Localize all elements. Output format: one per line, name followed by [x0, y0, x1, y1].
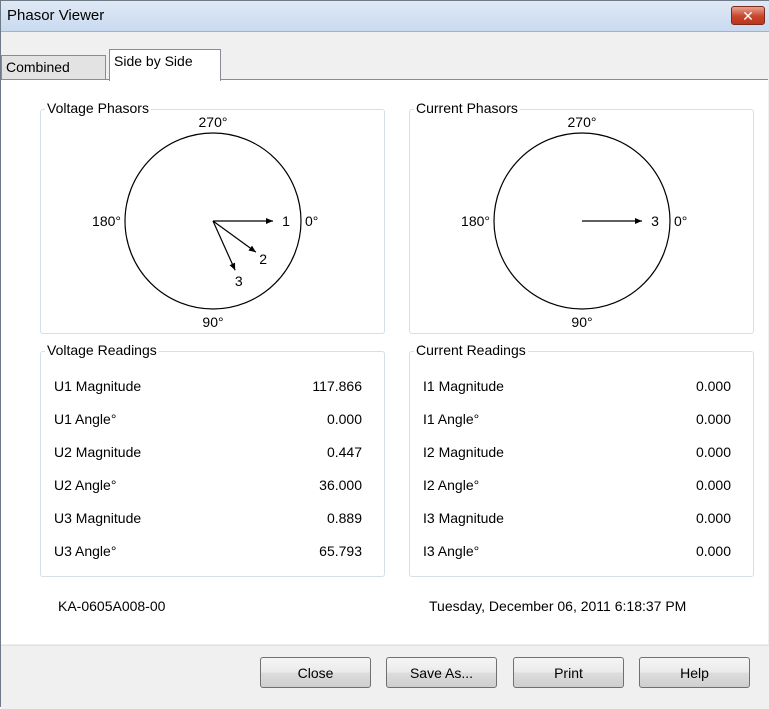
title-bar: Phasor Viewer ✕	[1, 1, 769, 32]
current-reading-label: I2 Angle°	[423, 477, 480, 493]
tab-strip: Combined Side by Side	[1, 32, 769, 81]
voltage-reading-label: U3 Angle°	[54, 543, 117, 559]
voltage-reading-label: U1 Angle°	[54, 411, 117, 427]
save-as-button[interactable]: Save As...	[386, 657, 497, 688]
voltage-angle-left-label: 180°	[92, 213, 121, 229]
current-reading-label: I2 Magnitude	[423, 444, 504, 460]
current-reading-row: I3 Angle° 0.000	[410, 543, 753, 565]
voltage-reading-label: U2 Angle°	[54, 477, 117, 493]
voltage-vector-label-1: 1	[282, 213, 290, 229]
tab-side-by-side[interactable]: Side by Side	[109, 49, 221, 81]
phasor-viewer-window: Phasor Viewer ✕ Combined Side by Side Vo…	[0, 0, 769, 709]
voltage-reading-value: 0.447	[326, 444, 362, 460]
voltage-angle-bottom-label: 90°	[202, 314, 223, 330]
device-id: KA-0605A008-00	[58, 598, 166, 614]
print-button[interactable]: Print	[513, 657, 624, 688]
voltage-angle-top-label: 270°	[199, 114, 228, 130]
voltage-readings-group: Voltage Readings U1 Magnitude 117.866 U1…	[40, 342, 385, 577]
current-reading-row: I1 Magnitude 0.000	[410, 378, 753, 400]
current-vector-label-3: 3	[651, 213, 659, 229]
current-readings-group: Current Readings I1 Magnitude 0.000 I1 A…	[409, 342, 754, 577]
current-angle-top-label: 270°	[568, 114, 597, 130]
current-reading-label: I1 Magnitude	[423, 378, 504, 394]
current-phasors-group: Current Phasors 270° 180° 0° 90° 3	[409, 100, 754, 334]
voltage-phasors-group: Voltage Phasors 270° 180° 0° 90° 123	[40, 100, 385, 334]
current-reading-label: I3 Angle°	[423, 543, 480, 559]
voltage-vector-label-3: 3	[235, 273, 243, 289]
voltage-reading-value: 0.000	[326, 411, 362, 427]
voltage-reading-row: U1 Magnitude 117.866	[41, 378, 384, 400]
voltage-reading-label: U2 Magnitude	[54, 444, 142, 460]
current-reading-label: I1 Angle°	[423, 411, 480, 427]
voltage-phasor-diagram: 270° 180° 0° 90° 1 23	[92, 114, 318, 330]
current-reading-row: I2 Magnitude 0.000	[410, 444, 753, 466]
voltage-reading-row: U1 Angle° 0.000	[41, 411, 384, 433]
voltage-reading-row: U2 Angle° 36.000	[41, 477, 384, 499]
help-button[interactable]: Help	[639, 657, 750, 688]
voltage-reading-value: 117.866	[312, 378, 362, 394]
current-reading-value: 0.000	[695, 444, 731, 460]
tab-panel-side-by-side: Voltage Phasors 270° 180° 0° 90° 123 Cur…	[1, 79, 768, 644]
current-reading-label: I3 Magnitude	[423, 510, 504, 526]
voltage-angle-right-label: 0°	[305, 213, 318, 229]
window-title: Phasor Viewer	[7, 7, 105, 24]
current-reading-value: 0.000	[695, 477, 731, 493]
current-phasor-diagram: 270° 180° 0° 90° 3	[461, 114, 687, 330]
current-angle-bottom-label: 90°	[571, 314, 592, 330]
current-reading-row: I3 Magnitude 0.000	[410, 510, 753, 532]
voltage-reading-value: 36.000	[319, 477, 362, 493]
voltage-reading-row: U3 Angle° 65.793	[41, 543, 384, 565]
current-angle-left-label: 180°	[461, 213, 490, 229]
current-angle-right-label: 0°	[674, 213, 687, 229]
current-reading-row: I1 Angle° 0.000	[410, 411, 753, 433]
current-readings-title: Current Readings	[414, 342, 528, 358]
timestamp: Tuesday, December 06, 2011 6:18:37 PM	[429, 598, 687, 614]
close-window-icon[interactable]: ✕	[731, 6, 765, 25]
current-reading-value: 0.000	[695, 411, 731, 427]
voltage-reading-row: U3 Magnitude 0.889	[41, 510, 384, 532]
voltage-reading-value: 0.889	[326, 510, 362, 526]
current-reading-row: I2 Angle° 0.000	[410, 477, 753, 499]
voltage-readings-title: Voltage Readings	[45, 342, 159, 358]
current-reading-value: 0.000	[695, 543, 731, 559]
tab-combined[interactable]: Combined	[1, 55, 106, 80]
close-button[interactable]: Close	[260, 657, 371, 688]
voltage-reading-label: U1 Magnitude	[54, 378, 142, 394]
button-bar: Close Save As... Print Help	[1, 645, 769, 709]
voltage-reading-value: 65.793	[319, 543, 362, 559]
voltage-vector-label-2: 2	[259, 251, 267, 267]
voltage-reading-row: U2 Magnitude 0.447	[41, 444, 384, 466]
current-reading-value: 0.000	[695, 510, 731, 526]
current-reading-value: 0.000	[695, 378, 731, 394]
voltage-reading-label: U3 Magnitude	[54, 510, 142, 526]
